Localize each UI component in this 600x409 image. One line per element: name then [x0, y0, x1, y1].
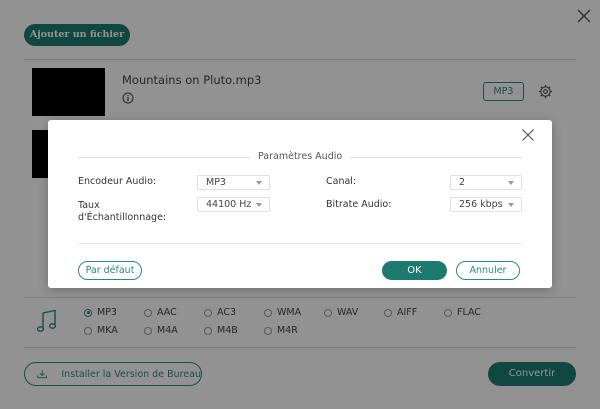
close-icon[interactable]: [521, 128, 535, 142]
samplerate-value: 44100 Hz: [206, 199, 252, 210]
dialog-divider: [78, 243, 522, 244]
bitrate-select[interactable]: 256 kbps: [450, 197, 522, 212]
chevron-down-icon: [508, 181, 514, 185]
samplerate-label: Taux d'Échantillonnage:: [78, 200, 166, 224]
samplerate-select[interactable]: 44100 Hz: [197, 197, 270, 212]
channel-select[interactable]: 2: [450, 175, 522, 190]
encoder-value: MP3: [206, 177, 226, 188]
samplerate-label-line1: Taux: [78, 200, 100, 211]
bitrate-label: Bitrate Audio:: [326, 199, 392, 210]
audio-settings-dialog: Paramètres Audio Encodeur Audio: MP3 Tau…: [48, 120, 552, 288]
chevron-down-icon: [508, 203, 514, 207]
chevron-down-icon: [256, 181, 262, 185]
default-button[interactable]: Par défaut: [78, 261, 142, 280]
channel-label: Canal:: [326, 176, 357, 187]
cancel-button[interactable]: Annuler: [456, 261, 520, 280]
channel-value: 2: [459, 177, 466, 188]
ok-button[interactable]: OK: [382, 261, 447, 280]
bitrate-value: 256 kbps: [459, 199, 503, 210]
encoder-select[interactable]: MP3: [197, 175, 270, 190]
samplerate-label-line2: d'Échantillonnage:: [78, 212, 167, 223]
encoder-label: Encodeur Audio:: [78, 176, 157, 187]
chevron-down-icon: [256, 203, 262, 207]
dialog-title: Paramètres Audio: [250, 151, 351, 162]
